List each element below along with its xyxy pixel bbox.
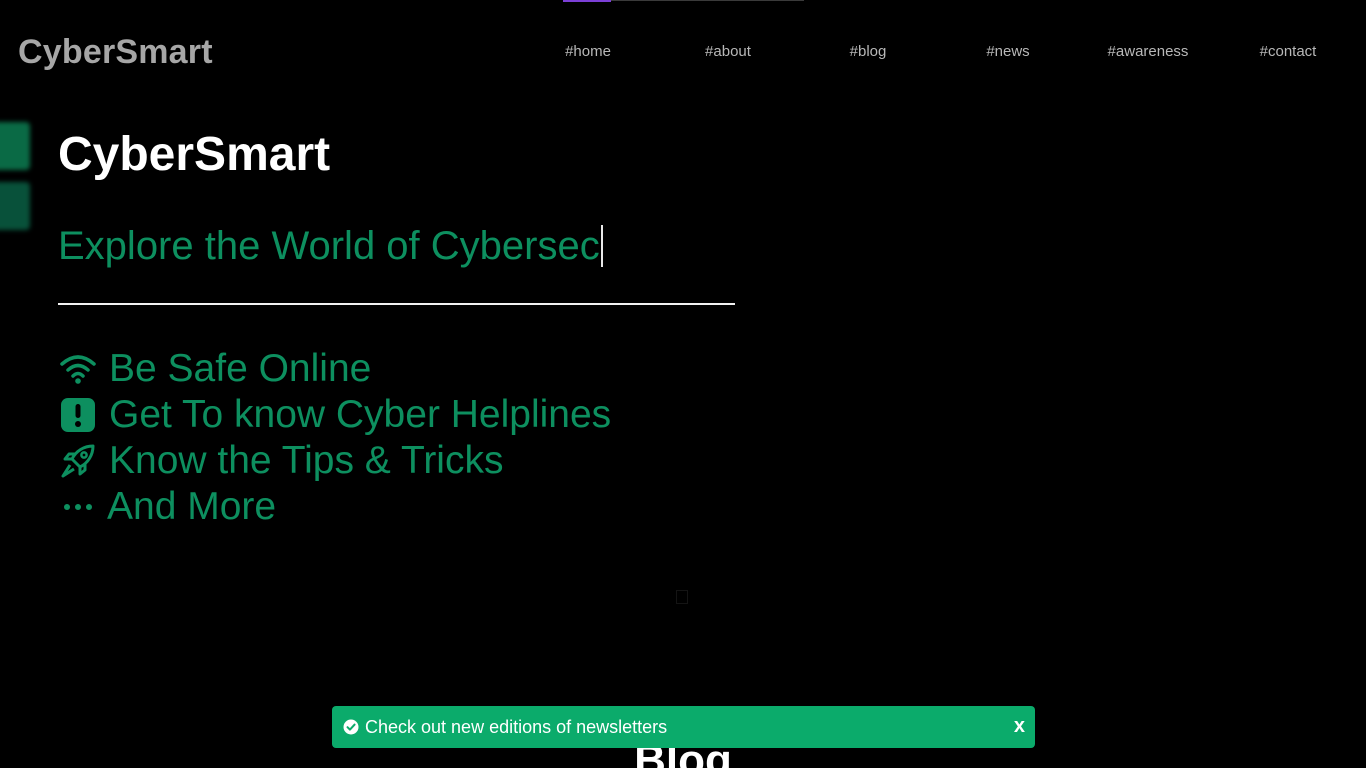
feature-label: Get To know Cyber Helplines — [109, 393, 612, 436]
side-social-button[interactable] — [0, 182, 30, 230]
feature-list: Be Safe Online Get To know Cyber Helplin… — [58, 346, 611, 530]
feature-item: Get To know Cyber Helplines — [58, 392, 611, 438]
dots-icon — [58, 487, 98, 527]
feature-label: And More — [107, 485, 277, 528]
hero-divider — [58, 303, 735, 305]
rocket-icon — [58, 441, 98, 481]
scroll-progress-fill — [563, 0, 612, 2]
nav-home-link[interactable]: #home — [528, 43, 648, 60]
toast-close-button[interactable]: x — [1014, 715, 1025, 738]
site-logo[interactable]: CyberSmart — [18, 33, 213, 72]
alert-square-icon — [58, 395, 98, 435]
nav-awareness-link[interactable]: #awareness — [1088, 43, 1208, 60]
scroll-indicator[interactable] — [676, 590, 688, 604]
nav-about-link[interactable]: #about — [668, 43, 788, 60]
check-badge-icon — [343, 719, 359, 735]
feature-item: And More — [58, 484, 611, 530]
typed-tagline: Explore the World of Cybersec — [58, 224, 603, 269]
wifi-icon — [58, 349, 98, 389]
nav-blog-link[interactable]: #blog — [808, 43, 928, 60]
nav-contact-link[interactable]: #contact — [1228, 43, 1348, 60]
page: CyberSmart #home #about #blog #news #awa… — [0, 0, 1366, 768]
hero-title: CyberSmart — [58, 128, 331, 181]
feature-item: Know the Tips & Tricks — [58, 438, 611, 484]
main-nav: #home #about #blog #news #awareness #con… — [520, 43, 1360, 63]
scroll-progress-bar — [563, 0, 804, 2]
newsletter-toast: Check out new editions of newsletters x — [332, 706, 1035, 748]
feature-label: Know the Tips & Tricks — [109, 439, 504, 482]
side-social-button[interactable] — [0, 122, 30, 170]
toast-message: Check out new editions of newsletters — [365, 716, 668, 737]
typed-tagline-text: Explore the World of Cybersec — [58, 224, 600, 268]
text-caret — [600, 225, 603, 267]
nav-news-link[interactable]: #news — [948, 43, 1068, 60]
feature-item: Be Safe Online — [58, 346, 611, 392]
feature-label: Be Safe Online — [109, 347, 372, 390]
